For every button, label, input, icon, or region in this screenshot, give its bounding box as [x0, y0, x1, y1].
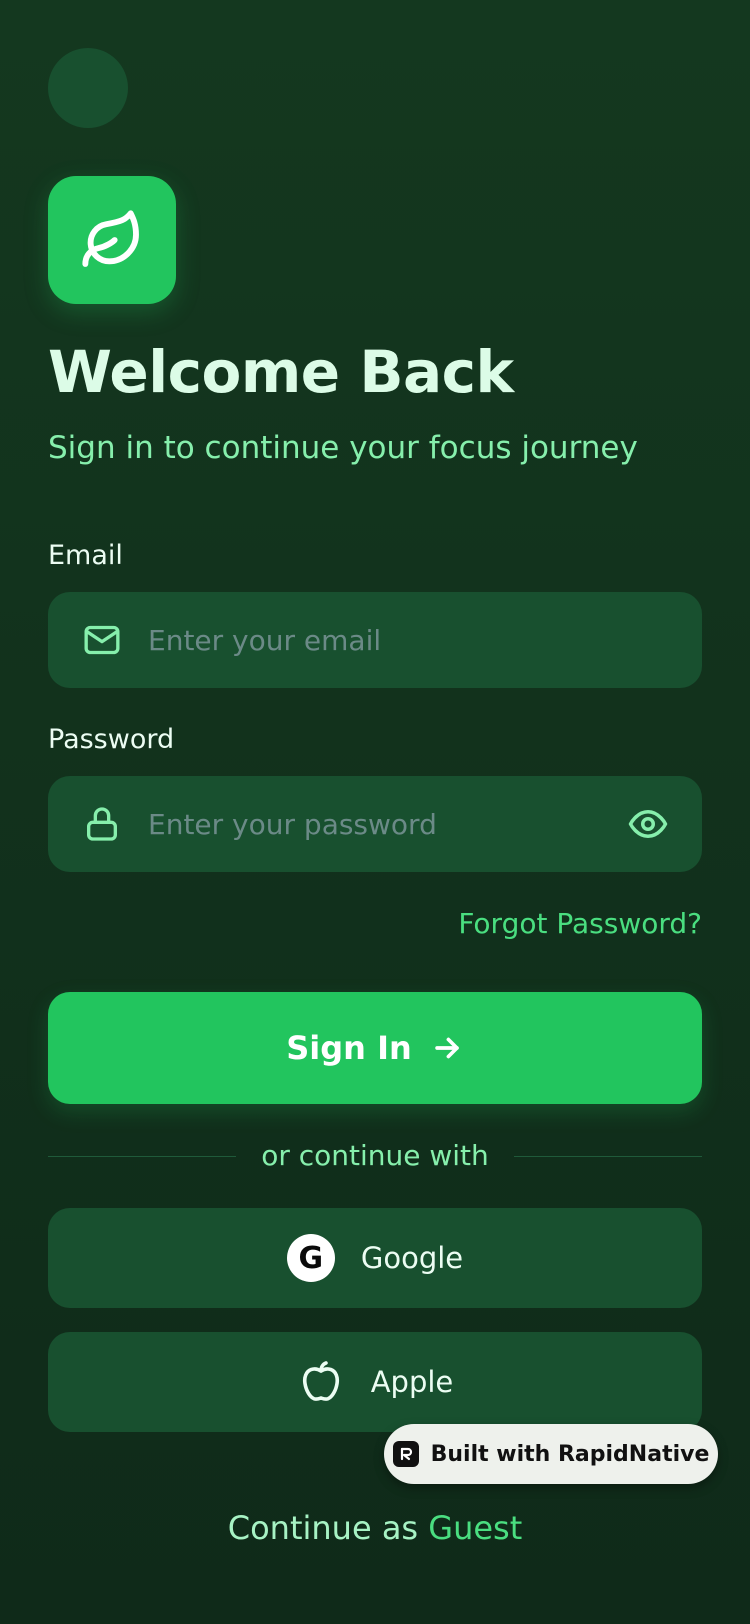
divider-line-right	[514, 1156, 702, 1157]
sign-in-label: Sign In	[286, 1029, 412, 1067]
built-with-label: Built with RapidNative	[430, 1441, 710, 1467]
mail-icon	[82, 620, 122, 660]
password-input[interactable]	[148, 794, 626, 854]
page-title: Welcome Back	[48, 338, 514, 406]
lock-icon	[82, 804, 122, 844]
sign-in-button[interactable]: Sign In	[48, 992, 702, 1104]
leaf-icon	[82, 210, 139, 267]
app-logo	[48, 176, 176, 304]
email-input[interactable]	[148, 610, 702, 670]
apple-button[interactable]: Apple	[48, 1332, 702, 1432]
continue-as-guest[interactable]: Continue as Guest	[0, 1506, 750, 1550]
email-label: Email	[48, 540, 123, 571]
page-subtitle: Sign in to continue your focus journey	[48, 430, 638, 466]
eye-icon[interactable]	[626, 802, 670, 846]
google-button[interactable]: G Google	[48, 1208, 702, 1308]
forgot-password-link[interactable]: Forgot Password?	[458, 904, 702, 944]
apple-label: Apple	[370, 1365, 454, 1399]
google-icon: G	[286, 1234, 335, 1282]
guest-link[interactable]: Guest	[428, 1509, 522, 1547]
email-field[interactable]	[48, 592, 702, 688]
rapidnative-logo-icon	[392, 1441, 419, 1467]
back-button[interactable]	[48, 48, 128, 128]
password-label: Password	[48, 724, 175, 755]
arrow-right-icon	[430, 1031, 464, 1065]
built-with-badge[interactable]: Built with RapidNative	[384, 1424, 718, 1484]
apple-icon	[297, 1358, 345, 1406]
guest-prefix: Continue as	[227, 1509, 419, 1547]
password-field[interactable]	[48, 776, 702, 872]
google-label: Google	[360, 1241, 464, 1275]
